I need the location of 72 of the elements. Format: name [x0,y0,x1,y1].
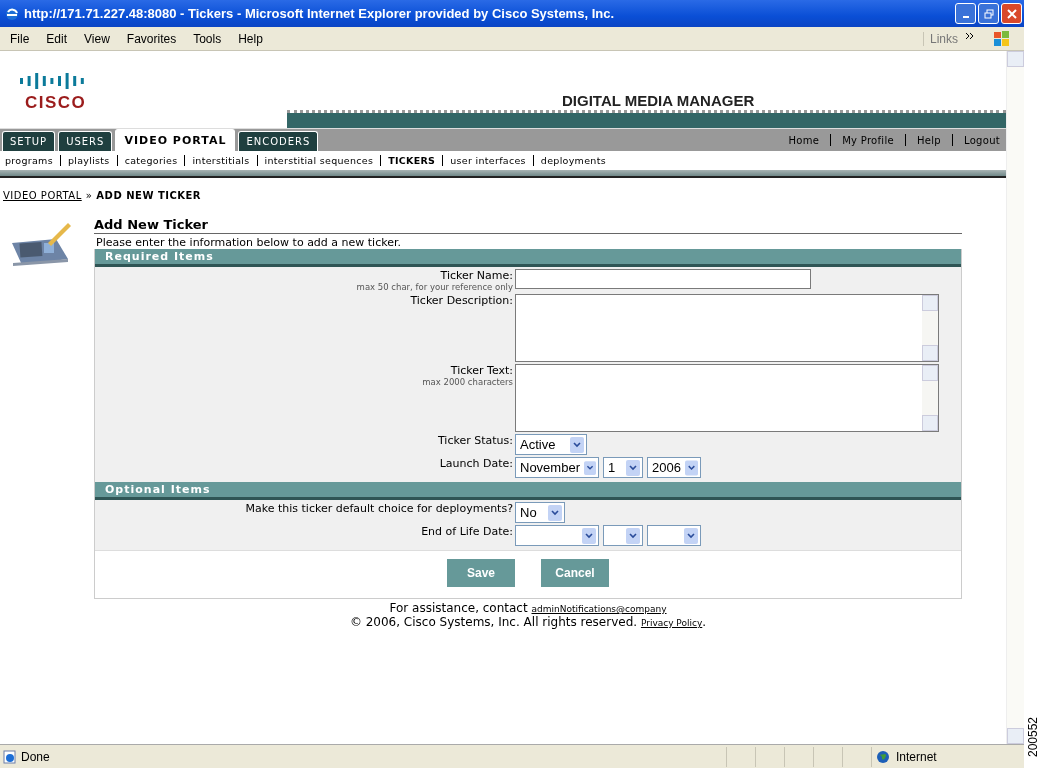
field-hint: max 50 char, for your reference only [356,282,513,292]
dropdown[interactable]: 1 [603,457,643,478]
close-button[interactable] [1001,3,1022,24]
dropdown[interactable] [647,525,701,546]
utility-link[interactable]: My Profile [842,134,894,146]
status-text: Done [21,749,50,764]
field-label: Launch Date: [439,457,513,470]
form-title: Add New Ticker [94,217,962,234]
subnav-link[interactable]: playlists [67,155,110,166]
nav-tab[interactable]: ENCODERS [238,131,319,151]
text-area[interactable] [515,364,939,432]
utility-link[interactable]: Home [788,134,820,146]
menu-item[interactable]: Help [228,31,270,46]
breadcrumb-separator: » [85,190,93,201]
subnav-link[interactable]: user interfaces [450,155,526,166]
field-label: End of Life Date: [421,525,513,538]
menu-item[interactable]: Edit [36,31,75,46]
utility-link[interactable]: Help [916,134,941,146]
menu-item[interactable]: View [74,31,117,46]
subnav-link[interactable]: interstitial sequences [264,155,374,166]
assistance-text: For assistance, contact [389,601,528,615]
field-label: Ticker Name: [440,269,513,282]
section-header: Optional Items [95,482,961,500]
text-field[interactable] [515,269,811,289]
scrollbar[interactable] [1006,51,1024,744]
period-text: . [702,615,707,629]
nav-tab[interactable]: VIDEO PORTAL [115,129,236,151]
field-label: Ticker Text: [450,364,513,377]
links-label[interactable]: Links [923,31,958,46]
field-label: Ticker Status: [438,434,513,447]
dropdown[interactable] [515,525,599,546]
menu-item[interactable]: Favorites [116,31,184,46]
breadcrumb-current: ADD NEW TICKER [96,190,202,201]
subnav-link[interactable]: interstitials [192,155,250,166]
windows-flag-icon [992,28,1012,49]
minimize-button[interactable] [955,3,976,24]
copyright-text: © 2006, Cisco Systems, Inc. All rights reserved. [349,615,638,629]
subnav-link[interactable]: deployments [540,155,606,166]
chevron-icon[interactable] [966,32,974,39]
utility-link[interactable]: Logout [963,134,1000,146]
page-icon [3,749,17,764]
field-hint: max 2000 characters [422,377,513,387]
minimize-icon [962,15,969,18]
text-area[interactable] [515,294,939,362]
section-header: Required Items [95,249,961,267]
window-title: http://171.71.227.48:8080 - Tickers - Microsoft Internet Explorer provided by Cisco Systems, Inc. [24,6,616,21]
zone-text: Internet [896,749,937,764]
globe-icon [876,749,890,764]
logo-wordmark: CISCO [25,93,87,113]
menu-item[interactable]: Tools [183,31,229,46]
dropdown[interactable]: Active [515,434,587,455]
nav-tab[interactable]: USERS [58,131,113,151]
dropdown[interactable]: 2006 [647,457,701,478]
dropdown[interactable] [603,525,643,546]
breadcrumb-link[interactable]: VIDEO PORTAL [3,190,82,201]
subnav-link[interactable]: TICKERS [388,155,436,166]
dropdown[interactable]: No [515,502,565,523]
figure-number: 200552 [1026,717,1040,757]
nav-tab[interactable]: SETUP [2,131,56,151]
close-icon [1006,8,1017,19]
form-intro: Please enter the information below to add a new ticker. [95,235,402,249]
restore-button[interactable] [978,3,999,24]
field-label: Make this ticker default choice for deployments? [245,502,513,515]
browser-icon [4,5,20,22]
subnav-link[interactable]: programs [5,155,53,166]
dropdown[interactable]: November [515,457,599,478]
restore-icon [983,8,994,19]
field-label: Ticker Description: [410,294,513,307]
email-link[interactable]: adminNotifications@company [531,604,667,614]
menu-item[interactable]: File [0,31,37,46]
privacy-link[interactable]: Privacy Policy [640,618,703,628]
subnav-link[interactable]: categories [124,155,178,166]
